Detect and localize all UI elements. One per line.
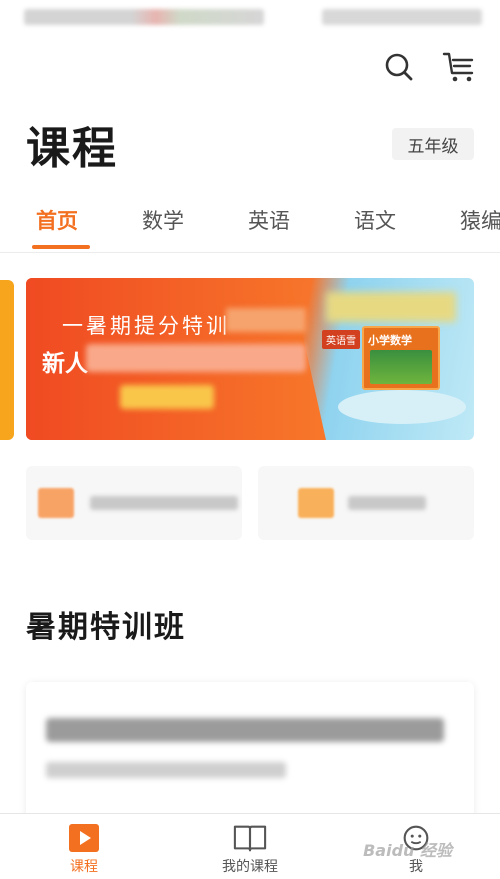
- course-card-blurred-meta: [46, 762, 286, 778]
- banner-book-illustration: [370, 350, 432, 384]
- tab-math[interactable]: 数学: [142, 205, 184, 235]
- section-title: 暑期特训班: [26, 610, 186, 645]
- nav-label: 课程: [70, 859, 98, 875]
- banner-subheadline: 新人: [42, 351, 88, 377]
- course-card-blurred-title: [46, 718, 444, 742]
- page-title: 课程: [26, 123, 118, 174]
- active-tab-indicator: [32, 245, 90, 249]
- quick-entry-1[interactable]: [26, 466, 242, 540]
- course-card[interactable]: [26, 682, 474, 822]
- banner-blurred-text-2: [226, 308, 306, 332]
- tab-english[interactable]: 英语: [248, 205, 290, 235]
- banner-book-tag: 英语雪: [322, 330, 360, 349]
- status-bar-left-blurred: [24, 9, 264, 25]
- banner-book-image: 小学数学: [362, 326, 440, 390]
- banner-blurred-text: [86, 344, 306, 372]
- banner-blurred-button: [120, 385, 214, 409]
- cart-icon[interactable]: [442, 50, 476, 84]
- nav-my-courses[interactable]: 我的课程: [190, 822, 310, 876]
- tab-chinese[interactable]: 语文: [354, 205, 396, 235]
- tab-coding[interactable]: 猿编: [460, 205, 500, 235]
- banner-book-title: 小学数学: [368, 334, 412, 347]
- quick-entry-blurred-label: [348, 496, 426, 510]
- subject-tabs: 首页 数学 英语 语文 猿编: [0, 195, 500, 253]
- banner-podium: [338, 390, 466, 424]
- tab-home[interactable]: 首页: [36, 205, 78, 235]
- status-bar: [0, 0, 500, 36]
- banner-blurred-decoration: [326, 292, 456, 322]
- status-bar-right-blurred: [322, 9, 482, 25]
- quick-entry-icon: [38, 488, 74, 518]
- grade-selector[interactable]: 五年级: [392, 128, 474, 160]
- search-icon[interactable]: [382, 50, 416, 84]
- quick-entry-blurred-label: [90, 496, 238, 510]
- bottom-nav: 课程 我的课程 我 Baidu 经验: [0, 813, 500, 879]
- book-icon: [233, 822, 267, 854]
- top-actions: [382, 50, 476, 84]
- quick-entry-2[interactable]: [258, 466, 474, 540]
- play-icon: [67, 822, 101, 854]
- nav-courses[interactable]: 课程: [24, 822, 144, 876]
- baidu-watermark: Baidu 经验: [363, 841, 452, 860]
- banner-headline: 一暑期提分特训: [62, 314, 230, 338]
- promo-banner[interactable]: 一暑期提分特训 新人 英语雪 小学数学: [26, 278, 474, 440]
- quick-entry-icon: [298, 488, 334, 518]
- nav-label: 我的课程: [222, 859, 278, 875]
- banner-previous-slide[interactable]: [0, 280, 14, 440]
